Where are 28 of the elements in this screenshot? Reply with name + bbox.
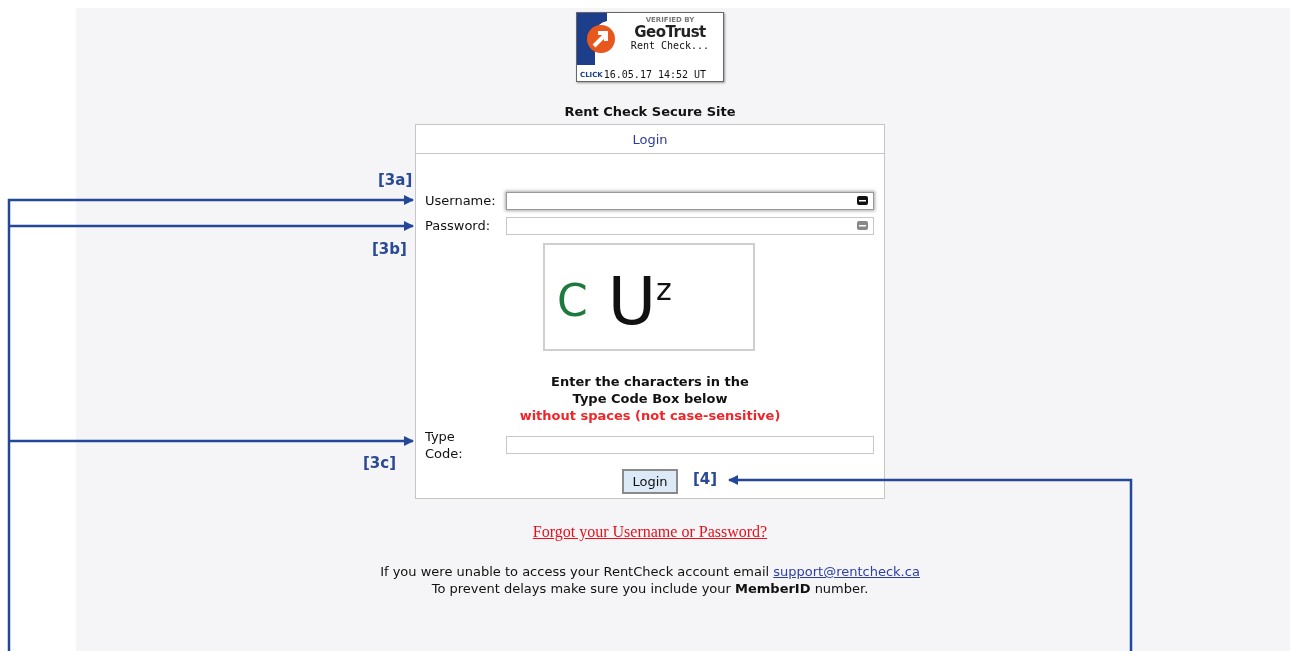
captcha-character: z	[656, 275, 672, 305]
arrow-logo-icon	[577, 13, 617, 65]
key-icon[interactable]	[857, 196, 868, 205]
site-title: Rent Check Secure Site	[564, 104, 736, 119]
instruction-text: Type Code Box below	[571, 390, 729, 407]
field-label: Password:	[425, 218, 492, 233]
annotation-label: [3b]	[372, 240, 407, 258]
field-label: Username:	[425, 193, 497, 208]
site-name: Rent Check...	[630, 40, 710, 52]
warning-text: without spaces (not case-sensitive)	[519, 407, 781, 424]
brand-name: GeoTrust	[634, 24, 706, 40]
input-field[interactable]	[506, 436, 874, 454]
field-label: Type Code:	[425, 428, 464, 462]
captcha-character: C	[557, 275, 588, 327]
panel-title: Login	[632, 131, 668, 147]
help-text: If you were unable to access your RentCheck account email	[380, 564, 771, 579]
annotation-label: [4]	[693, 470, 718, 488]
annotation-label: [3a]	[378, 171, 413, 189]
help-note: To prevent delays make sure you include your MemberID number.	[430, 580, 870, 597]
email-link[interactable]: support@rentcheck.ca	[773, 564, 920, 579]
login-button[interactable]: Login	[622, 469, 678, 494]
input-field[interactable]	[506, 216, 874, 235]
instruction-text: Enter the characters in the	[550, 373, 750, 390]
forgot-link[interactable]: Forgot your Username or Password?	[532, 523, 768, 541]
captcha-character: U	[607, 267, 657, 337]
timestamp: 16.05.17 14:52 UT	[603, 69, 707, 81]
input-field[interactable]	[506, 191, 874, 210]
annotation-label: [3c]	[363, 454, 397, 472]
